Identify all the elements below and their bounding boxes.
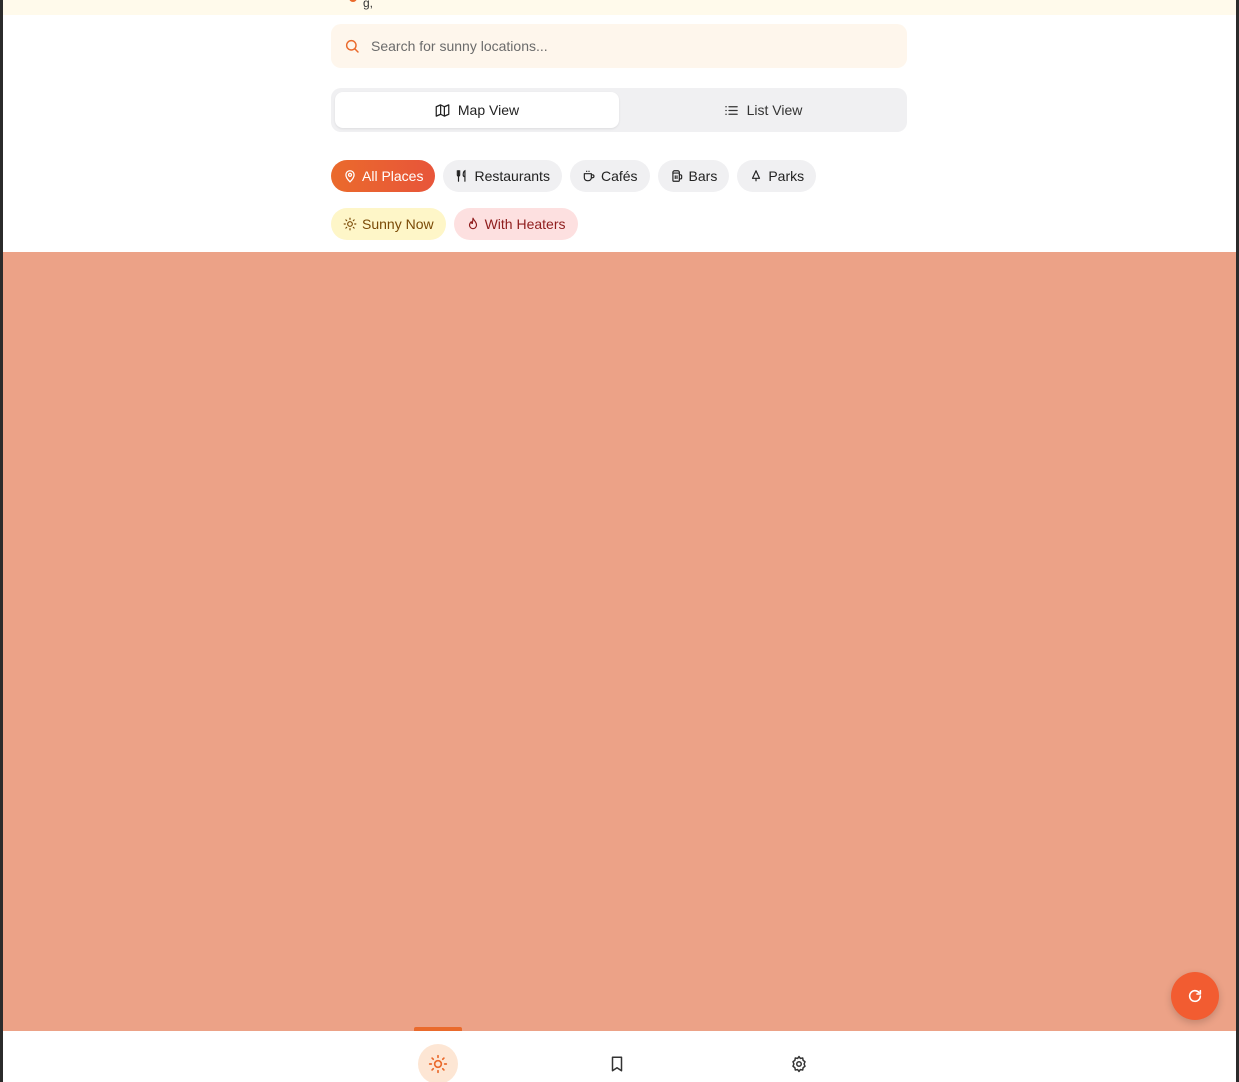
app-window: g, Map View List View bbox=[3, 0, 1236, 1082]
condition-filter-row: Sunny Now With Heaters bbox=[331, 208, 578, 240]
gear-icon bbox=[792, 1055, 806, 1073]
filter-chip-bars[interactable]: Bars bbox=[657, 160, 730, 192]
category-filter-row: All Places Restaurants Cafés Bars Parks bbox=[331, 160, 817, 192]
map-pin-icon bbox=[345, 170, 355, 183]
filter-chip-label: All Places bbox=[362, 168, 424, 184]
beer-icon bbox=[671, 170, 682, 182]
coffee-icon bbox=[583, 170, 595, 182]
tab-map-view-label: Map View bbox=[457, 102, 520, 118]
tab-list-view-label: List View bbox=[746, 102, 803, 118]
search-icon bbox=[345, 39, 359, 53]
sun-icon bbox=[428, 1054, 448, 1074]
utensils-icon bbox=[457, 169, 466, 182]
filter-chip-with-heaters[interactable]: With Heaters bbox=[453, 208, 578, 240]
sun-icon bbox=[343, 217, 357, 231]
nav-sun-button[interactable] bbox=[418, 1044, 458, 1082]
filter-chip-label: Restaurants bbox=[474, 168, 550, 184]
tab-list-view[interactable]: List View bbox=[621, 92, 905, 128]
filter-chip-sunny-now[interactable]: Sunny Now bbox=[331, 208, 446, 240]
filter-chip-label: Cafés bbox=[600, 168, 638, 184]
search-bar[interactable] bbox=[331, 24, 907, 68]
filter-chip-cafes[interactable]: Cafés bbox=[569, 160, 650, 192]
filter-chip-label: Sunny Now bbox=[362, 216, 434, 232]
filter-chip-all-places[interactable]: All Places bbox=[331, 160, 436, 192]
filter-chip-label: With Heaters bbox=[484, 216, 566, 232]
bottom-navigation bbox=[3, 1027, 1236, 1082]
nav-settings-button[interactable] bbox=[779, 1044, 819, 1082]
filter-chip-restaurants[interactable]: Restaurants bbox=[443, 160, 562, 192]
filter-chip-parks[interactable]: Parks bbox=[737, 160, 817, 192]
filter-chip-label: Parks bbox=[768, 168, 805, 184]
bookmark-icon bbox=[611, 1056, 623, 1072]
flame-icon bbox=[468, 217, 477, 230]
search-input[interactable] bbox=[371, 24, 891, 68]
logo-mark bbox=[349, 0, 357, 2]
map-icon bbox=[435, 103, 450, 117]
map-view-area[interactable] bbox=[3, 252, 1236, 1031]
list-icon bbox=[724, 105, 738, 115]
nav-bookmark-button[interactable] bbox=[597, 1044, 637, 1082]
active-nav-indicator bbox=[414, 1027, 462, 1031]
refresh-icon bbox=[1188, 989, 1202, 1003]
top-header-strip: g, bbox=[3, 0, 1236, 15]
tab-map-view[interactable]: Map View bbox=[335, 92, 619, 128]
filter-chip-label: Bars bbox=[688, 168, 718, 184]
tree-icon bbox=[752, 170, 761, 182]
header-partial-text: g, bbox=[363, 0, 374, 10]
view-toggle: Map View List View bbox=[331, 88, 907, 132]
refresh-button[interactable] bbox=[1171, 972, 1219, 1020]
